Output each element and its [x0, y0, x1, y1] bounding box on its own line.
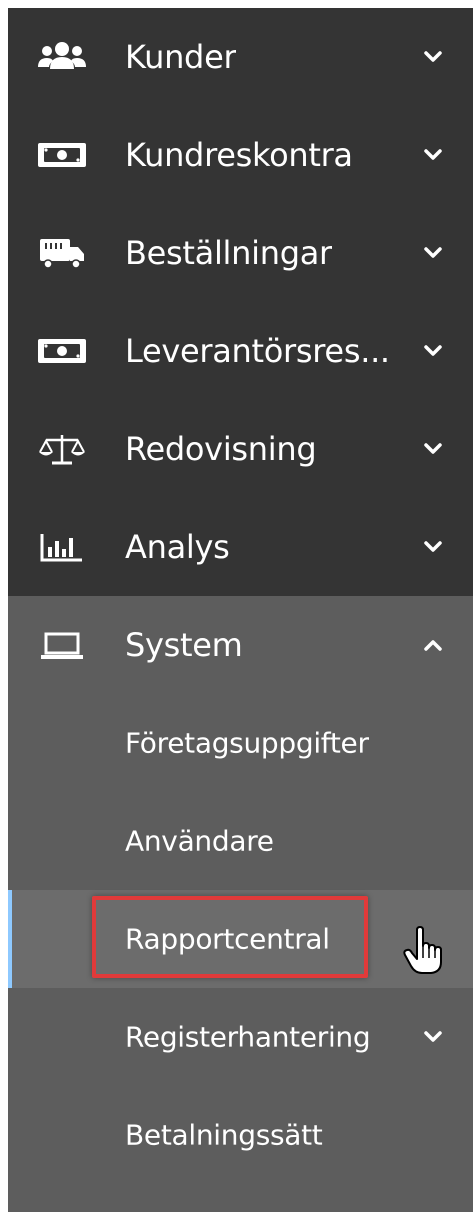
- active-indicator: [8, 890, 12, 988]
- chevron-up-icon[interactable]: [423, 638, 443, 652]
- main-nav-items: Kunder Kundreskontra Beställningar Lever…: [8, 8, 473, 596]
- nav-item-kundreskontra[interactable]: Kundreskontra: [8, 106, 473, 204]
- nav-item-label: Kundreskontra: [125, 136, 353, 174]
- chevron-down-icon[interactable]: [423, 246, 443, 260]
- sub-item-label: Rapportcentral: [125, 922, 330, 956]
- nav-item-label: System: [125, 626, 243, 664]
- chevron-down-icon[interactable]: [423, 442, 443, 456]
- hand-pointer-cursor-icon: [403, 926, 443, 976]
- nav-item-leverantorsreskontra[interactable]: Leverantörsres...: [8, 302, 473, 400]
- balance-scale-icon: [36, 431, 88, 467]
- sub-item-label: Registerhantering: [125, 1020, 371, 1054]
- money-bill-icon: [36, 137, 88, 173]
- sub-item-registerhantering[interactable]: Registerhantering: [8, 988, 473, 1086]
- nav-item-system[interactable]: System: [8, 596, 473, 694]
- delivery-truck-icon: [36, 235, 88, 271]
- nav-item-bestallningar[interactable]: Beställningar: [8, 204, 473, 302]
- sub-item-foretagsuppgifter[interactable]: Företagsuppgifter: [8, 694, 473, 792]
- sub-item-rapportcentral[interactable]: Rapportcentral: [8, 890, 473, 988]
- nav-item-kunder[interactable]: Kunder: [8, 8, 473, 106]
- nav-item-label: Redovisning: [125, 430, 317, 468]
- sub-item-label: Användare: [125, 824, 274, 858]
- sidebar-menu: Kunder Kundreskontra Beställningar Lever…: [8, 8, 473, 1217]
- nav-item-label: Kunder: [125, 38, 237, 76]
- chevron-down-icon[interactable]: [423, 540, 443, 554]
- nav-item-label: Beställningar: [125, 234, 332, 272]
- system-section: System Företagsuppgifter Användare Rappo…: [8, 596, 473, 1212]
- chevron-down-icon[interactable]: [423, 1030, 443, 1044]
- laptop-icon: [36, 627, 88, 663]
- money-bill-icon: [36, 333, 88, 369]
- sub-item-anvandare[interactable]: Användare: [8, 792, 473, 890]
- chevron-down-icon[interactable]: [423, 344, 443, 358]
- chevron-down-icon[interactable]: [423, 148, 443, 162]
- nav-item-label: Analys: [125, 528, 230, 566]
- sub-item-label: Betalningssätt: [125, 1118, 323, 1152]
- nav-item-redovisning[interactable]: Redovisning: [8, 400, 473, 498]
- bar-chart-icon: [36, 529, 88, 565]
- nav-item-analys[interactable]: Analys: [8, 498, 473, 596]
- sub-item-betalningssatt[interactable]: Betalningssätt: [8, 1086, 473, 1184]
- sub-item-label: Företagsuppgifter: [125, 726, 369, 760]
- users-icon: [36, 39, 88, 75]
- nav-item-label: Leverantörsres...: [125, 332, 390, 370]
- chevron-down-icon[interactable]: [423, 50, 443, 64]
